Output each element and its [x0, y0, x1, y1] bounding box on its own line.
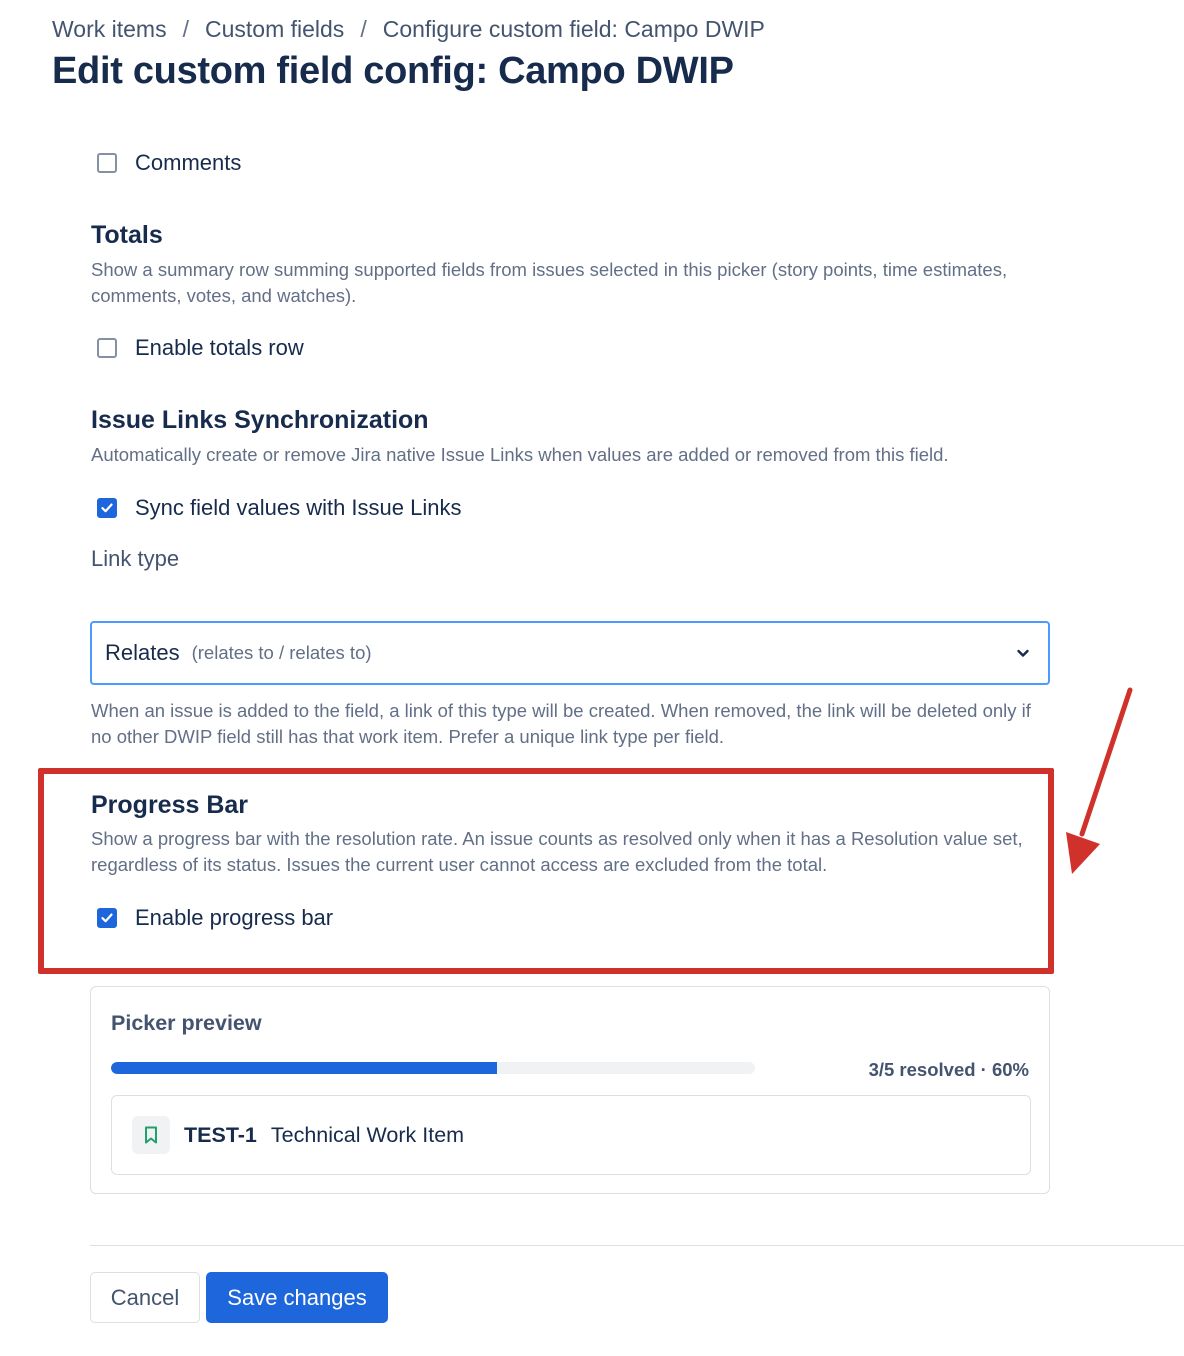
work-item-key[interactable]: TEST-1: [184, 1123, 257, 1148]
totals-heading: Totals: [91, 221, 163, 249]
link-type-value: Relates: [105, 640, 180, 665]
link-type-help-text: When an issue is added to the field, a l…: [91, 700, 1031, 747]
totals-checkbox[interactable]: [97, 338, 117, 358]
sync-issue-links-checkbox[interactable]: [97, 498, 117, 518]
link-type-label: Link type: [91, 546, 180, 571]
save-changes-button[interactable]: Save changes: [206, 1272, 388, 1323]
totals-checkbox-row[interactable]: Enable totals row: [97, 335, 304, 361]
issue-links-description: Automatically create or remove Jira nati…: [91, 444, 949, 465]
cancel-button[interactable]: Cancel: [90, 1272, 200, 1323]
totals-checkbox-label: Enable totals row: [135, 335, 304, 360]
progress-track: [111, 1062, 755, 1074]
progress-bar-heading: Progress Bar: [91, 791, 249, 819]
annotation-arrow-icon: [1066, 687, 1133, 874]
breadcrumb: Work items / Custom fields / Configure c…: [52, 16, 765, 43]
checkmark-icon: [101, 913, 113, 923]
progress-bar-description: Show a progress bar with the resolution …: [91, 828, 1023, 875]
breadcrumb-custom-fields[interactable]: Custom fields: [205, 16, 344, 43]
progress-bar-checkbox-label: Enable progress bar: [135, 905, 334, 930]
page: Work items / Custom fields / Configure c…: [0, 0, 1184, 1356]
progress-bar-checkbox[interactable]: [97, 908, 117, 928]
breadcrumb-separator: /: [182, 16, 189, 42]
footer-divider: [90, 1245, 1184, 1246]
link-type-select[interactable]: Relates (relates to / relates to): [90, 621, 1050, 685]
page-title: Edit custom field config: Campo DWIP: [52, 50, 734, 92]
comments-checkbox-label: Comments: [135, 150, 242, 175]
chevron-down-icon[interactable]: [1012, 642, 1034, 664]
sync-issue-links-label: Sync field values with Issue Links: [135, 495, 462, 520]
sync-issue-links-checkbox-row[interactable]: Sync field values with Issue Links: [97, 495, 462, 521]
progress-fill: [111, 1062, 498, 1074]
progress-bar-checkbox-row[interactable]: Enable progress bar: [97, 905, 333, 931]
issue-links-heading: Issue Links Synchronization: [91, 406, 429, 434]
picker-preview-card: Picker preview 3/5 resolved · 60% TEST-1…: [90, 986, 1050, 1194]
bookmark-icon: [132, 1116, 170, 1154]
breadcrumb-work-items[interactable]: Work items: [52, 16, 167, 43]
breadcrumb-separator: /: [360, 16, 367, 42]
comments-checkbox[interactable]: [97, 153, 117, 173]
totals-description: Show a summary row summing supported fie…: [91, 259, 1008, 306]
picker-preview-title: Picker preview: [111, 1011, 262, 1035]
work-item-row[interactable]: TEST-1 Technical Work Item: [111, 1095, 1031, 1175]
progress-text: 3/5 resolved · 60%: [868, 1059, 1029, 1080]
checkmark-icon: [101, 503, 113, 513]
work-item-summary: Technical Work Item: [270, 1122, 465, 1147]
link-type-hint: (relates to / relates to): [191, 642, 372, 663]
comments-checkbox-row[interactable]: Comments: [97, 150, 241, 176]
breadcrumb-configure-field[interactable]: Configure custom field: Campo DWIP: [383, 16, 765, 43]
